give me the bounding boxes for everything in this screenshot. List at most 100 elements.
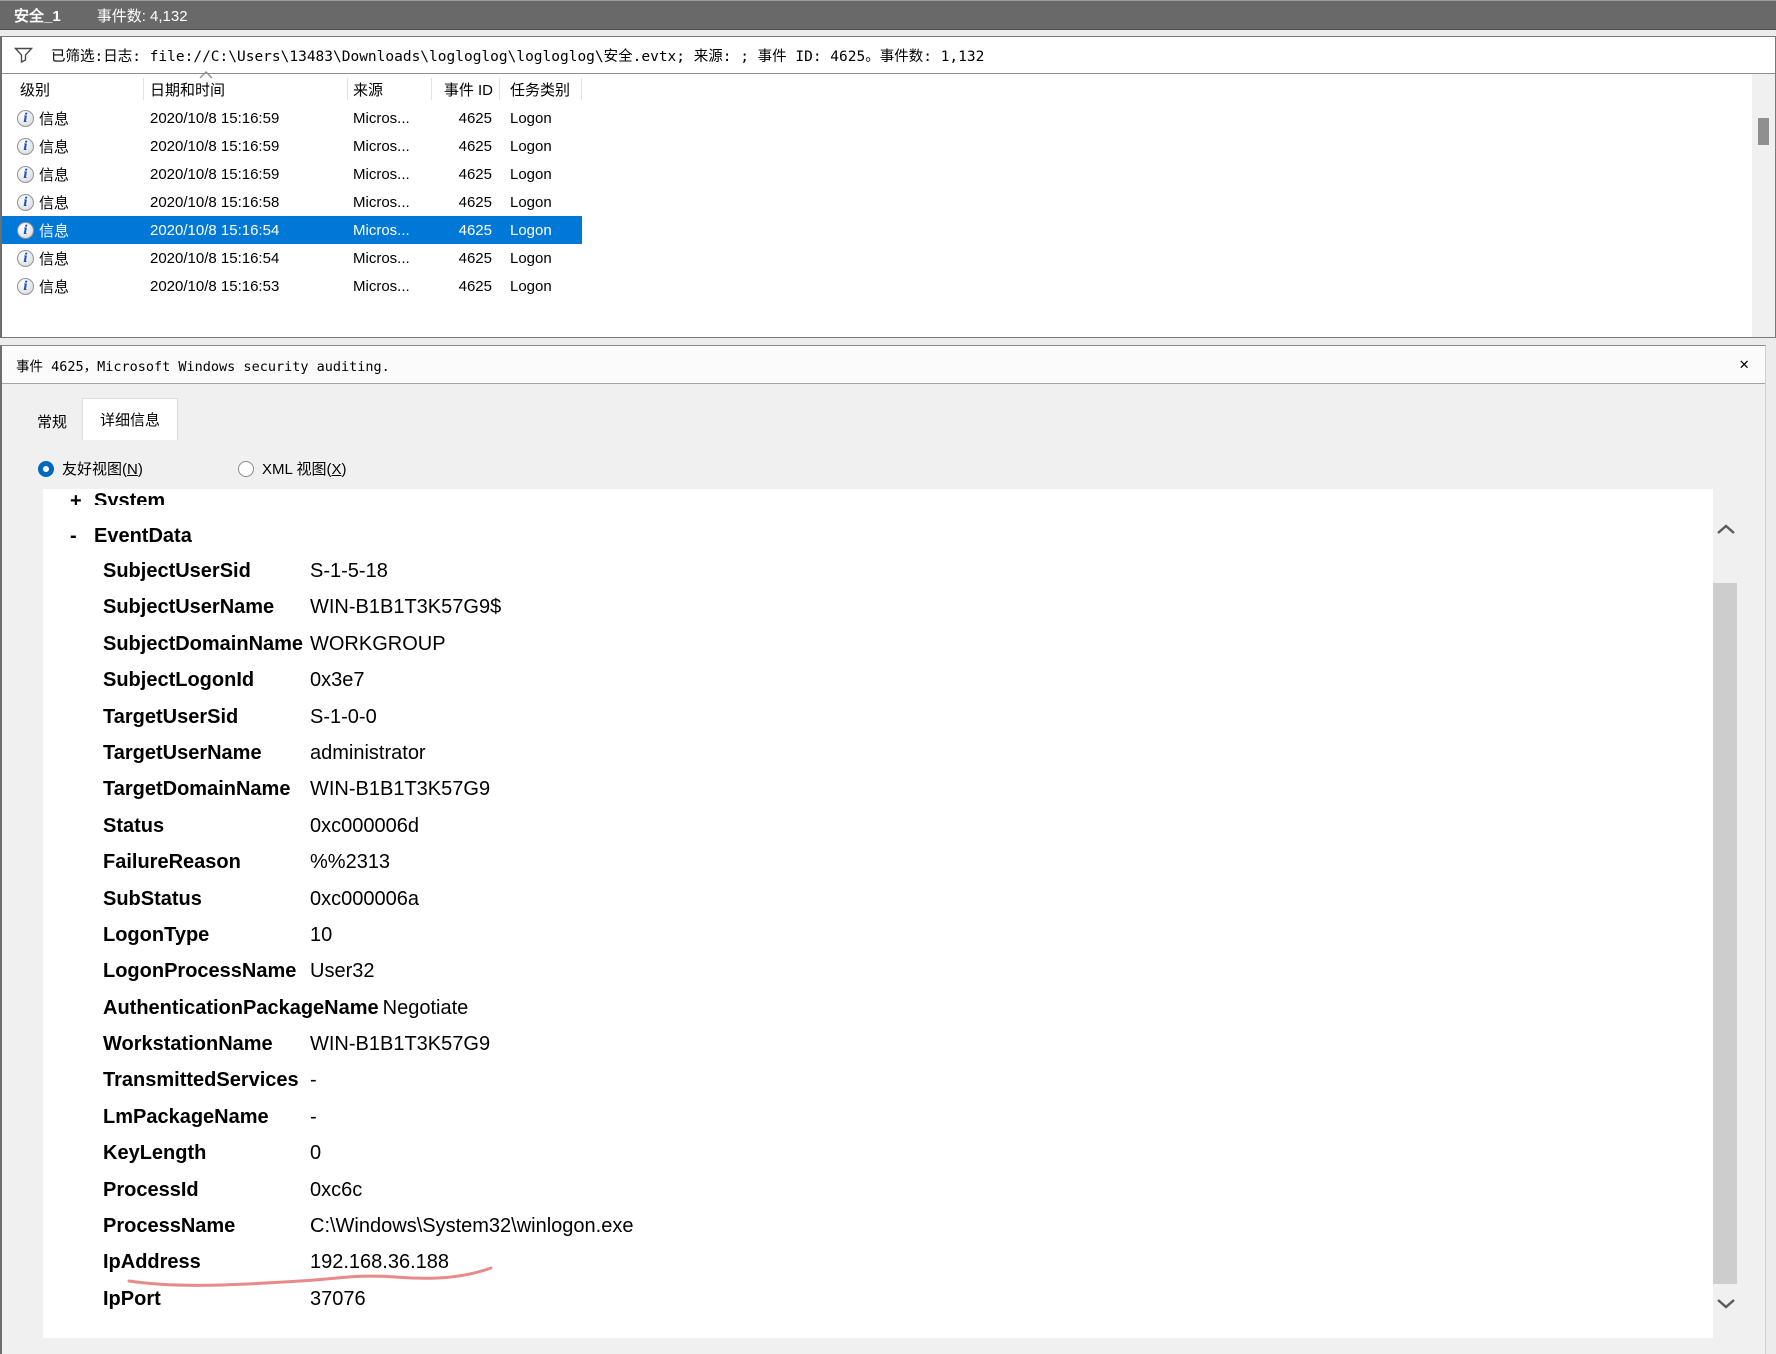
field-name: ProcessName: [103, 1212, 310, 1241]
field-name: ProcessId: [103, 1176, 310, 1205]
field-row: AuthenticationPackageName Negotiate: [103, 994, 1713, 1030]
event-datetime: 2020/10/8 15:16:53: [144, 278, 348, 295]
event-datetime: 2020/10/8 15:16:54: [144, 250, 348, 267]
event-level: 信息: [39, 164, 69, 185]
field-row: SubStatus 0xc000006a: [103, 885, 1713, 921]
field-name: LogonProcessName: [103, 957, 310, 986]
event-task-category: Logon: [500, 250, 582, 267]
field-name: SubjectDomainName: [103, 630, 310, 659]
radio-xml-label: XML 视图(X): [262, 458, 346, 479]
event-datetime: 2020/10/8 15:16:59: [144, 138, 348, 155]
field-value: WORKGROUP: [310, 630, 446, 659]
filter-icon: [14, 47, 33, 64]
chevron-up-icon[interactable]: [1713, 516, 1739, 542]
field-row: SubjectDomainName WORKGROUP: [103, 630, 1713, 666]
event-id: 4625: [432, 250, 500, 267]
information-icon: [17, 278, 34, 295]
event-id: 4625: [432, 278, 500, 295]
field-value: Negotiate: [383, 994, 469, 1023]
event-source: Micros...: [348, 166, 432, 183]
column-header-datetime-label: 日期和时间: [150, 79, 225, 100]
expand-icon[interactable]: +: [70, 489, 94, 505]
field-value: S-1-5-18: [310, 557, 388, 586]
events-section: 已筛选:日志: file://C:\Users\13483\Downloads\…: [0, 36, 1776, 338]
collapse-icon[interactable]: -: [70, 521, 94, 551]
tree-node-system[interactable]: + System: [70, 489, 1713, 505]
column-header-event-id[interactable]: 事件 ID: [432, 78, 500, 100]
sort-ascending-icon: [199, 71, 213, 79]
field-row: KeyLength 0: [103, 1139, 1713, 1175]
field-name: TransmittedServices: [103, 1066, 310, 1095]
events-scrollbar[interactable]: [1752, 74, 1775, 337]
event-datetime: 2020/10/8 15:16:59: [144, 166, 348, 183]
event-level: 信息: [39, 276, 69, 297]
event-source: Micros...: [348, 110, 432, 127]
log-name: 安全_1: [14, 5, 61, 26]
column-header-task-category[interactable]: 任务类别: [500, 78, 582, 100]
scrollbar-thumb[interactable]: [1758, 118, 1769, 145]
field-value: administrator: [310, 739, 426, 768]
column-header-datetime[interactable]: 日期和时间: [144, 78, 348, 100]
chevron-down-icon[interactable]: [1713, 1290, 1739, 1316]
radio-friendly-view[interactable]: 友好视图(N): [38, 458, 143, 479]
event-row[interactable]: 信息 2020/10/8 15:16:59 Micros... 4625 Log…: [2, 160, 582, 188]
event-row[interactable]: 信息 2020/10/8 15:16:59 Micros... 4625 Log…: [2, 104, 582, 132]
log-title-bar: 安全_1 事件数: 4,132: [0, 0, 1776, 30]
events-table: 级别 日期和时间 来源 事件 ID 任务类别 信息 2020/10/8 15:1…: [2, 74, 1775, 337]
scrollbar-thumb[interactable]: [1713, 583, 1737, 1284]
field-value: 37076: [310, 1285, 366, 1314]
detail-pane-title: 事件 4625，Microsoft Windows security audit…: [16, 355, 390, 375]
event-datetime: 2020/10/8 15:16:58: [144, 194, 348, 211]
column-header-level[interactable]: 级别: [2, 78, 144, 100]
events-table-header: 级别 日期和时间 来源 事件 ID 任务类别: [2, 74, 1775, 104]
tab-details[interactable]: 详细信息: [82, 398, 178, 440]
field-value: User32: [310, 957, 374, 986]
field-row: SubjectLogonId 0x3e7: [103, 666, 1713, 702]
field-value: S-1-0-0: [310, 703, 377, 732]
field-row: ProcessName C:\Windows\System32\winlogon…: [103, 1212, 1713, 1248]
event-row[interactable]: 信息 2020/10/8 15:16:59 Micros... 4625 Log…: [2, 132, 582, 160]
field-value: 10: [310, 921, 332, 950]
field-value: 192.168.36.188: [310, 1248, 449, 1277]
field-name: IpPort: [103, 1285, 310, 1314]
field-row: Status 0xc000006d: [103, 812, 1713, 848]
event-task-category: Logon: [500, 138, 582, 155]
event-id: 4625: [432, 166, 500, 183]
tree-node-eventdata[interactable]: - EventData: [70, 521, 1713, 551]
filter-summary: 已筛选:日志: file://C:\Users\13483\Downloads\…: [51, 45, 984, 66]
radio-xml-view[interactable]: XML 视图(X): [238, 458, 346, 479]
field-name: LmPackageName: [103, 1103, 310, 1132]
event-row[interactable]: 信息 2020/10/8 15:16:53 Micros... 4625 Log…: [2, 272, 582, 300]
event-count: 事件数: 4,132: [97, 5, 188, 26]
close-icon[interactable]: ✕: [1739, 354, 1749, 373]
field-row: TargetUserSid S-1-0-0: [103, 703, 1713, 739]
field-value: 0xc000006a: [310, 885, 419, 914]
event-datetime: 2020/10/8 15:16:59: [144, 110, 348, 127]
event-row[interactable]: 信息 2020/10/8 15:16:54 Micros... 4625 Log…: [2, 244, 582, 272]
field-value: -: [310, 1103, 317, 1132]
detail-pane-header: 事件 4625，Microsoft Windows security audit…: [2, 346, 1765, 384]
field-value: 0x3e7: [310, 666, 365, 695]
information-icon: [17, 194, 34, 211]
event-level: 信息: [39, 220, 69, 241]
event-task-category: Logon: [500, 278, 582, 295]
event-task-category: Logon: [500, 222, 582, 239]
event-id: 4625: [432, 194, 500, 211]
label-pre: XML 视图(: [262, 461, 331, 478]
detail-tabs: 常规 详细信息: [22, 398, 178, 440]
column-header-source[interactable]: 来源: [348, 78, 432, 100]
event-detail-pane: 事件 4625，Microsoft Windows security audit…: [0, 345, 1766, 1354]
label-post: ): [138, 461, 143, 478]
field-row: FailureReason %%2313: [103, 848, 1713, 884]
event-row-selected[interactable]: 信息 2020/10/8 15:16:54 Micros... 4625 Log…: [2, 216, 582, 244]
field-name: TargetUserName: [103, 739, 310, 768]
event-id: 4625: [432, 138, 500, 155]
tab-general[interactable]: 常规: [22, 403, 82, 440]
field-name: SubjectUserSid: [103, 557, 310, 586]
event-source: Micros...: [348, 250, 432, 267]
event-level: 信息: [39, 108, 69, 129]
field-name: AuthenticationPackageName: [103, 994, 383, 1023]
event-row[interactable]: 信息 2020/10/8 15:16:58 Micros... 4625 Log…: [2, 188, 582, 216]
event-level: 信息: [39, 136, 69, 157]
field-row: TargetDomainName WIN-B1B1T3K57G9: [103, 775, 1713, 811]
